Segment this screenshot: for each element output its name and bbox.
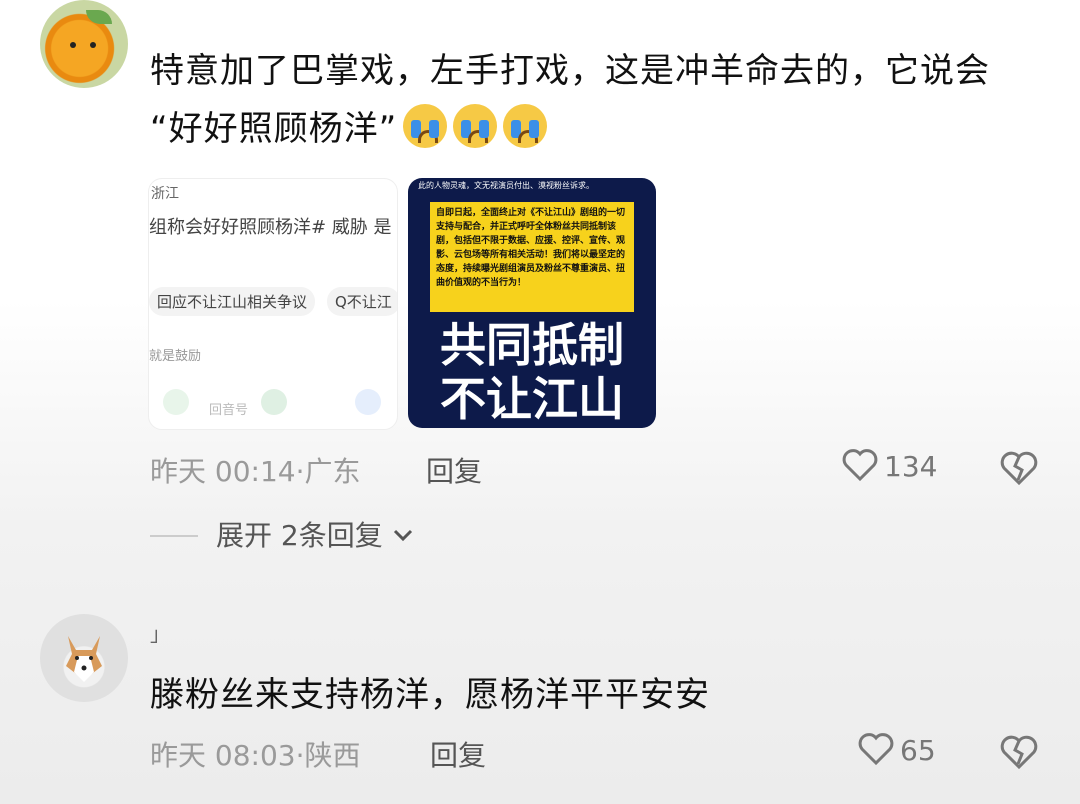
broken-heart-icon[interactable] <box>1000 450 1038 486</box>
like-count: 65 <box>900 734 936 767</box>
broken-heart-icon[interactable] <box>1000 734 1038 770</box>
chevron-down-icon <box>393 529 412 542</box>
like-count: 134 <box>884 450 938 483</box>
like-button[interactable]: 134 <box>842 448 937 483</box>
comment-text: 特意加了巴掌戏，左手打戏，这是冲羊命去的，它说会 <box>150 51 990 91</box>
crying-emoji-icon <box>503 104 548 148</box>
thumb1-line4: 回音号 <box>209 403 249 418</box>
thumb2-big2: 不让江山 <box>440 372 624 426</box>
comment-time: 昨天 08:03 <box>150 739 296 772</box>
expand-replies-label: 展开 2条回复 <box>216 519 383 552</box>
thumb2-yellow-text: 自即日起，全面终止对《不让江山》剧组的一切支持与配合，并正式呼吁全体粉丝共同抵制… <box>430 202 634 312</box>
comment-text: 滕粉丝来支持杨洋，愿杨洋平平安安 <box>150 675 710 715</box>
thumb1-line3: 就是鼓励 <box>149 349 202 364</box>
dog-avatar-icon <box>66 636 102 682</box>
comment-text-quote: “好好照顾杨洋” <box>150 109 398 149</box>
username[interactable]: 」 <box>150 618 170 647</box>
heart-icon <box>858 733 894 766</box>
thumb1-line2: 组称会好好照顾杨洋# 威胁 是 <box>149 217 392 238</box>
thumb1-chip1: 回应不让江山相关争议 <box>149 287 316 316</box>
reply-button[interactable]: 回复 <box>426 450 482 490</box>
image-thumbnail-2[interactable]: 此的人物灵魂，文无视演员付出、漠视粉丝诉求。 自即日起，全面终止对《不让江山》剧… <box>408 178 656 428</box>
thumb1-line1: 浙江 <box>151 186 179 202</box>
comment-meta: 昨天 00:14·广东 <box>150 455 361 488</box>
comment-location: 陕西 <box>304 739 361 772</box>
reply-button[interactable]: 回复 <box>430 734 486 774</box>
crying-emoji-icon <box>453 104 498 148</box>
avatar[interactable] <box>40 0 128 88</box>
expand-replies-button[interactable]: 展开 2条回复 <box>216 514 414 554</box>
thumb2-top: 此的人物灵魂，文无视演员付出、漠视粉丝诉求。 <box>418 181 594 190</box>
comment-time: 昨天 00:14 <box>150 455 296 488</box>
qq-icon <box>355 389 381 415</box>
thumb1-chip2: Q不让江 <box>327 287 397 316</box>
comment-meta: 昨天 08:03·陕西 <box>150 739 361 772</box>
comment-location: 广东 <box>304 455 361 488</box>
expand-divider <box>150 535 198 537</box>
heart-icon <box>842 449 878 482</box>
avatar[interactable] <box>40 614 128 702</box>
wechat-icon <box>163 389 189 415</box>
image-thumbnail-1[interactable]: 浙江 组称会好好照顾杨洋# 威胁 是 回应不让江山相关争议 Q不让江 就是鼓励 … <box>148 178 398 430</box>
thumb2-big1: 共同抵制 <box>440 318 624 372</box>
crying-emoji-icon <box>403 104 448 148</box>
moments-icon <box>261 389 287 415</box>
like-button[interactable]: 65 <box>858 732 936 767</box>
comment-text-line2: “好好照顾杨洋” <box>150 102 548 156</box>
